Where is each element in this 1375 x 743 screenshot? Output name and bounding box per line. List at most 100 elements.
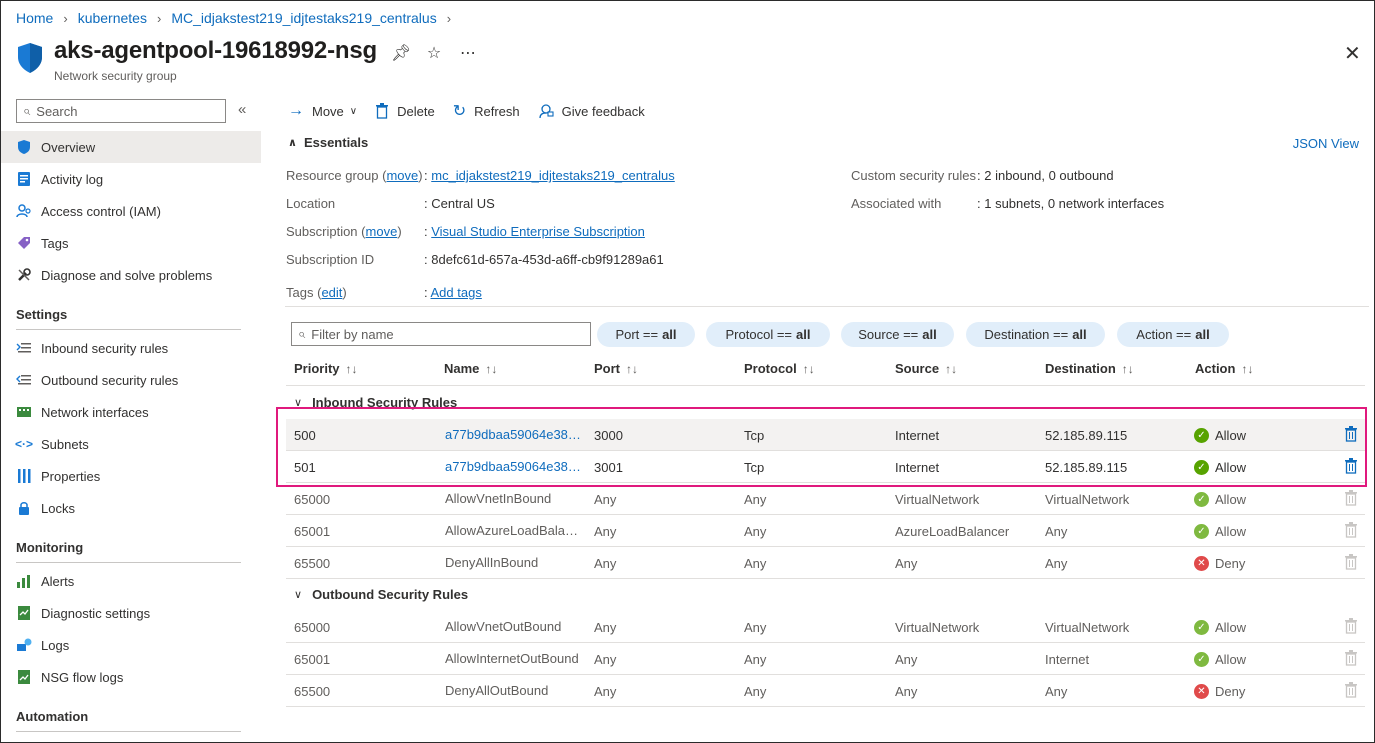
column-header-name[interactable]: Name ↑↓	[444, 361, 497, 376]
priority-cell: 65000	[294, 619, 331, 635]
sidebar: ⌕ Search « Overview Activity log Access …	[1, 95, 261, 742]
group-header[interactable]: ∨ Outbound Security Rules	[294, 587, 468, 602]
delete-rule-button[interactable]	[1341, 451, 1361, 483]
subscription-move-link[interactable]: move	[366, 224, 398, 239]
close-icon[interactable]: ✕	[1344, 41, 1361, 66]
filter-pill-port[interactable]: Port == all	[597, 322, 695, 347]
filter-pill-action[interactable]: Action == all	[1117, 322, 1229, 347]
chevron-right-icon: ›	[63, 10, 68, 26]
breadcrumb-resource-group[interactable]: MC_idjakstest219_idjtestaks219_centralus	[171, 10, 436, 26]
table-row[interactable]: 65500 DenyAllInBound Any Any Any Any ✕ Deny	[286, 547, 1365, 579]
column-header-action[interactable]: Action ↑↓	[1195, 361, 1253, 376]
filter-by-name-input[interactable]: ⌕ Filter by name	[291, 322, 591, 346]
refresh-button[interactable]: ↻ Refresh	[453, 101, 520, 121]
table-row[interactable]: 65001 AllowAzureLoadBalanc… Any Any AzureLoa…	[286, 515, 1365, 547]
sidebar-item-overview[interactable]: Overview	[1, 131, 261, 163]
nsg-shield-icon	[18, 43, 42, 73]
sort-icon: ↑↓	[626, 361, 638, 376]
section-monitoring: Monitoring	[16, 540, 84, 555]
column-header-destination[interactable]: Destination ↑↓	[1045, 361, 1134, 376]
name-cell[interactable]: a77b9dbaa59064e388…	[445, 451, 585, 483]
location-value-wrap: : Central US	[424, 196, 495, 211]
resource-group-value-wrap: : mc_idjakstest219_idjtestaks219_central…	[424, 168, 675, 183]
pin-icon[interactable]: 📌︎	[391, 43, 411, 63]
subscription-link[interactable]: Visual Studio Enterprise Subscription	[431, 224, 645, 239]
port-cell: Any	[594, 619, 617, 635]
sidebar-search-input[interactable]: ⌕ Search	[16, 99, 226, 123]
sidebar-item-inbound-rules[interactable]: Inbound security rules	[1, 332, 261, 364]
action-label: Allow	[1215, 459, 1247, 475]
star-icon[interactable]: ☆	[425, 43, 443, 63]
sidebar-item-network-interfaces[interactable]: Network interfaces	[1, 396, 261, 428]
pill-value: all	[796, 327, 811, 342]
more-icon[interactable]: ⋯	[459, 43, 477, 63]
sidebar-item-outbound-rules[interactable]: Outbound security rules	[1, 364, 261, 396]
column-header-protocol[interactable]: Protocol ↑↓	[744, 361, 815, 376]
json-view-link[interactable]: JSON View	[1293, 136, 1359, 151]
subscription-id-value-wrap: : 8defc61d-657a-453d-a6ff-cb9f91289a61	[424, 252, 664, 267]
column-header-priority[interactable]: Priority ↑↓	[294, 361, 358, 376]
chevron-down-icon: ∨	[294, 589, 303, 601]
table-row[interactable]: 65000 AllowVnetInBound Any Any VirtualNetwor…	[286, 483, 1365, 515]
tags-row: Tags (edit)	[286, 285, 347, 300]
table-row[interactable]: 65500 DenyAllOutBound Any Any Any Any ✕ Deny	[286, 675, 1365, 707]
breadcrumb-kubernetes[interactable]: kubernetes	[78, 10, 147, 26]
delete-rule-button[interactable]	[1341, 419, 1361, 451]
filter-pill-source[interactable]: Source == all	[841, 322, 954, 347]
delete-button[interactable]: Delete	[375, 103, 435, 119]
location-label: Location	[286, 196, 335, 211]
port-cell: Any	[594, 683, 617, 699]
column-header-port[interactable]: Port ↑↓	[594, 361, 638, 376]
sidebar-item-tags[interactable]: Tags	[1, 227, 261, 259]
sidebar-item-diagnose[interactable]: Diagnose and solve problems	[1, 259, 261, 291]
protocol-cell: Any	[744, 619, 767, 635]
sidebar-item-locks[interactable]: Locks	[1, 492, 261, 524]
sort-icon: ↑↓	[1241, 361, 1254, 376]
check-circle-icon: ✓	[1194, 491, 1209, 507]
essentials-toggle[interactable]: ∧ Essentials	[288, 135, 368, 150]
name-cell: AllowVnetOutBound	[445, 619, 562, 634]
sidebar-item-label: Overview	[41, 139, 96, 155]
table-row[interactable]: 500 a77b9dbaa59064e388… 3000 Tcp Internet 52.…	[286, 419, 1365, 451]
sidebar-item-activity-log[interactable]: Activity log	[1, 163, 261, 195]
table-row[interactable]: 65000 AllowVnetOutBound Any Any VirtualNetwo…	[286, 611, 1365, 643]
action-label: Allow	[1215, 427, 1247, 443]
essentials-title: Essentials	[303, 135, 369, 150]
check-circle-icon: ✓	[1194, 427, 1209, 443]
resource-group-link[interactable]: mc_idjakstest219_idjtestaks219_centralus	[431, 168, 675, 183]
sidebar-item-nsg-flow-logs[interactable]: NSG flow logs	[1, 661, 261, 693]
sort-icon: ↑↓	[345, 361, 358, 376]
filter-pill-destination[interactable]: Destination == all	[966, 322, 1105, 347]
subscription-label: Subscription	[286, 224, 358, 239]
port-cell: Any	[594, 555, 617, 571]
tags-edit-link[interactable]: edit	[321, 285, 342, 300]
delete-rule-button	[1341, 483, 1361, 515]
sidebar-item-logs[interactable]: Logs	[1, 629, 261, 661]
trash-icon	[1344, 649, 1358, 669]
sidebar-item-alerts[interactable]: Alerts	[1, 565, 261, 597]
chevron-down-icon: ∨	[294, 397, 303, 409]
port-cell: 3001	[594, 459, 623, 475]
table-row[interactable]: 501 a77b9dbaa59064e388… 3001 Tcp Internet 52.…	[286, 451, 1365, 483]
table-row[interactable]: 65001 AllowInternetOutBound Any Any Any Inter…	[286, 643, 1365, 675]
breadcrumb-home[interactable]: Home	[16, 10, 53, 26]
group-header[interactable]: ∨ Inbound Security Rules	[294, 395, 457, 410]
sidebar-item-diagnostic-settings[interactable]: Diagnostic settings	[1, 597, 261, 629]
filter-pill-protocol[interactable]: Protocol == all	[706, 322, 830, 347]
associated-value-wrap: : 1 subnets, 0 network interfaces	[977, 196, 1165, 211]
resource-group-move-link[interactable]: move	[386, 168, 418, 183]
name-cell[interactable]: a77b9dbaa59064e388…	[445, 419, 585, 451]
give-feedback-button[interactable]: Give feedback	[538, 103, 645, 119]
move-button[interactable]: → Move ∨	[288, 102, 357, 120]
custom-rules-label: Custom security rules	[851, 168, 976, 183]
protocol-cell: Any	[744, 491, 767, 507]
add-tags-link[interactable]: Add tags	[431, 285, 482, 300]
refresh-label: Refresh	[474, 103, 520, 119]
sidebar-item-iam[interactable]: Access control (IAM)	[1, 195, 261, 227]
sidebar-item-label: Subnets	[41, 436, 89, 452]
column-header-source[interactable]: Source ↑↓	[895, 361, 957, 376]
sidebar-item-properties[interactable]: Properties	[1, 460, 261, 492]
sidebar-item-subnets[interactable]: <·> Subnets	[1, 428, 261, 460]
collapse-sidebar-icon[interactable]: «	[238, 101, 246, 118]
priority-cell: 500	[294, 427, 316, 443]
